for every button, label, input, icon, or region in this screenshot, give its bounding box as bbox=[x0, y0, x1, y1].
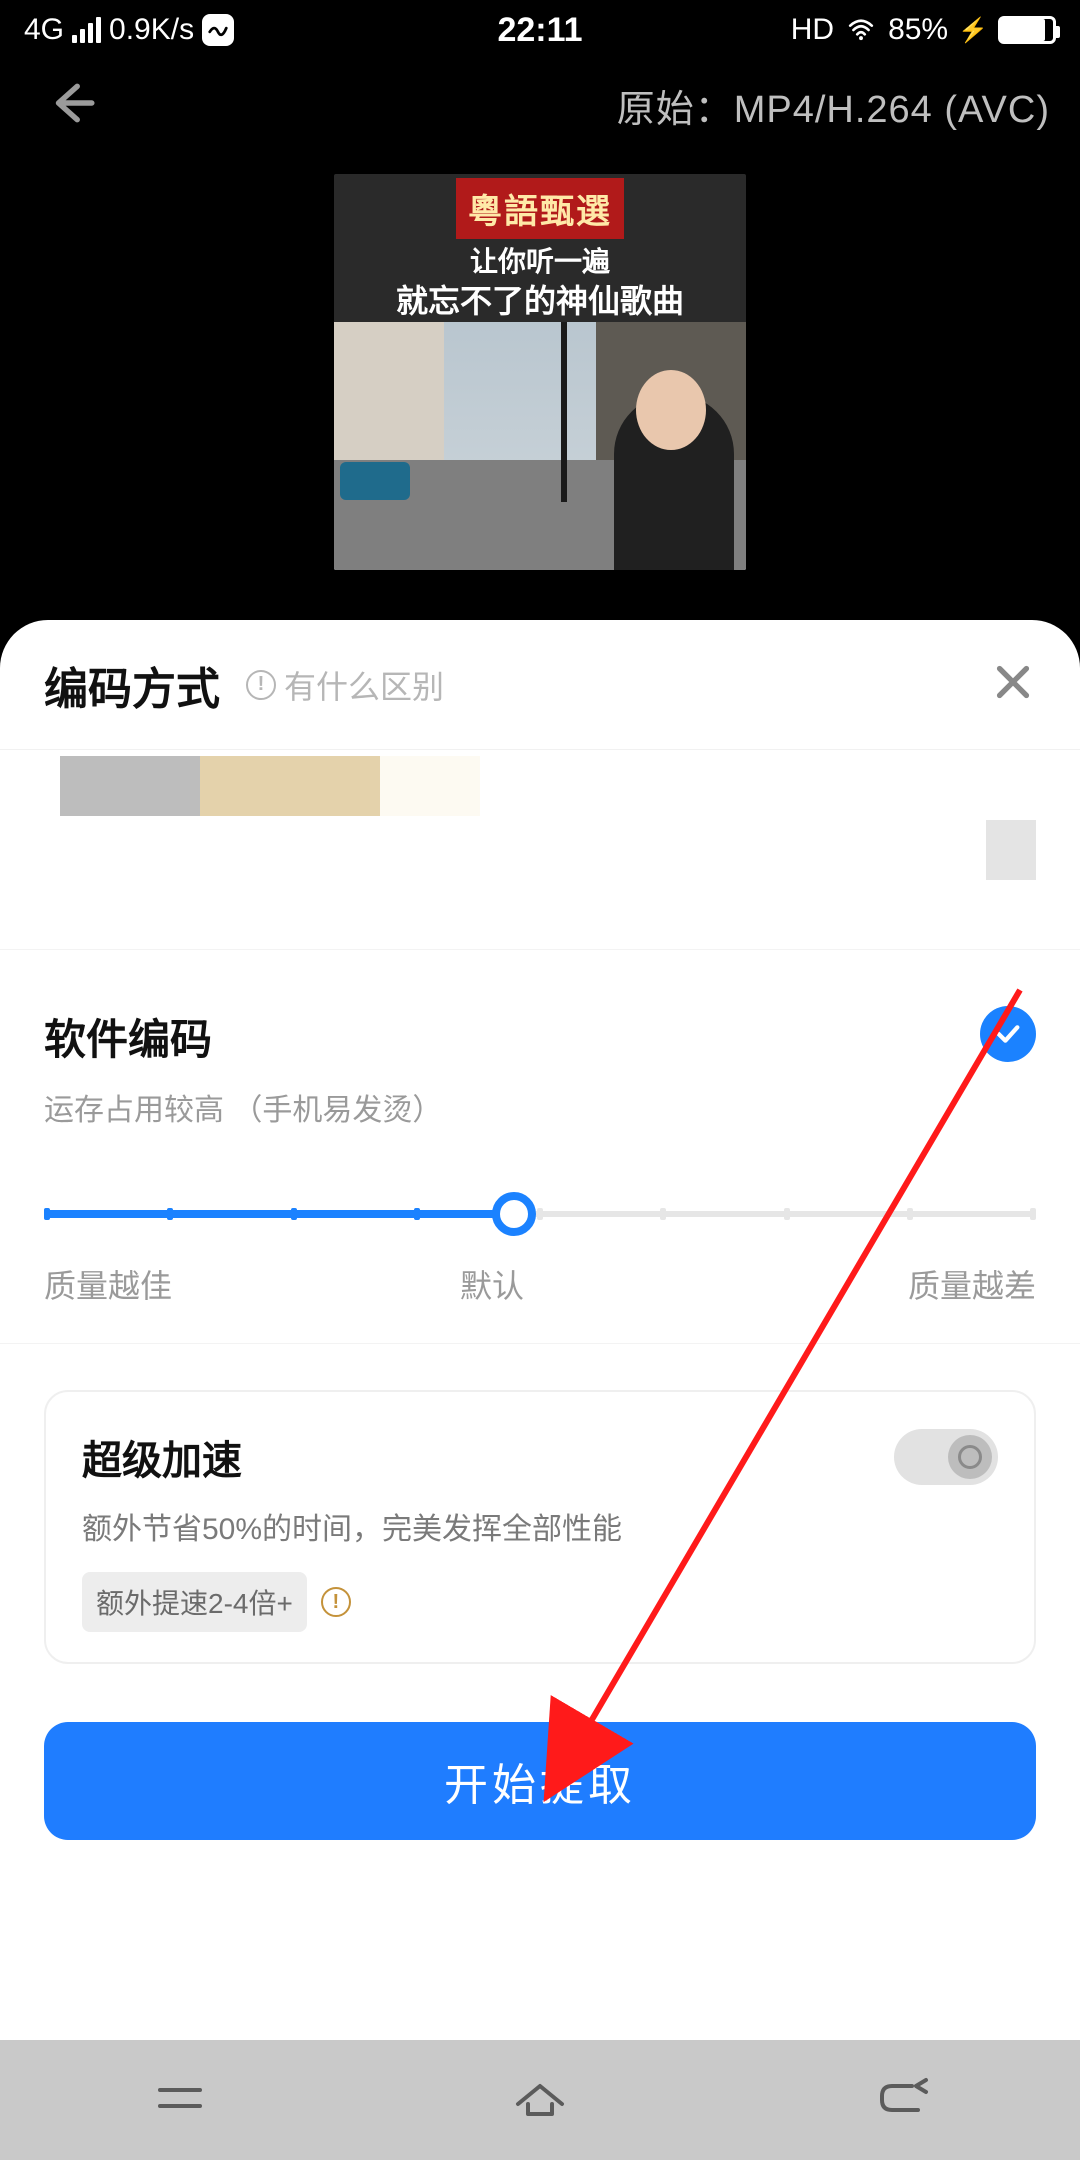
accel-title: 超级加速 bbox=[82, 1428, 242, 1486]
info-icon: ! bbox=[246, 670, 276, 700]
accel-toggle[interactable] bbox=[894, 1429, 998, 1485]
signal-icon bbox=[72, 17, 101, 43]
format-options-row[interactable] bbox=[0, 750, 1080, 950]
software-encode-subtitle: 运存占用较高 （手机易发烫） bbox=[44, 1085, 442, 1129]
accel-badge: 额外提速2-4倍+ bbox=[82, 1572, 307, 1632]
system-nav-bar bbox=[0, 2040, 1080, 2160]
slider-label-right: 质量越差 bbox=[908, 1261, 1036, 1307]
quality-slider[interactable] bbox=[44, 1193, 1036, 1235]
option-block bbox=[60, 756, 200, 816]
battery-percent: 85% bbox=[888, 13, 948, 47]
sheet-title: 编码方式 bbox=[44, 653, 220, 717]
thumbnail-title: 粵語甄選 bbox=[456, 178, 624, 239]
thumbnail-subtitle-1: 让你听一遍 bbox=[334, 240, 746, 280]
close-button[interactable] bbox=[990, 659, 1036, 710]
nav-back-button[interactable] bbox=[868, 2076, 932, 2125]
software-encode-title: 软件编码 bbox=[44, 1006, 442, 1067]
status-time: 22:11 bbox=[497, 11, 582, 50]
selected-check-icon bbox=[980, 1006, 1036, 1062]
option-block bbox=[200, 756, 380, 816]
wifi-icon bbox=[844, 17, 878, 43]
original-format-label: 原始：MP4/H.264 (AVC) bbox=[617, 78, 1050, 133]
nav-recent-button[interactable] bbox=[148, 2078, 212, 2123]
slider-thumb[interactable] bbox=[492, 1192, 536, 1236]
sheet-header: 编码方式 ! 有什么区别 bbox=[0, 620, 1080, 750]
slider-label-mid: 默认 bbox=[460, 1261, 524, 1307]
help-link[interactable]: ! 有什么区别 bbox=[246, 662, 444, 708]
option-block bbox=[986, 820, 1036, 880]
slider-label-left: 质量越佳 bbox=[44, 1261, 172, 1307]
hd-label: HD bbox=[791, 13, 834, 47]
battery-icon bbox=[998, 16, 1056, 44]
super-accel-card: 超级加速 额外节省50%的时间，完美发挥全部性能 额外提速2-4倍+ ! bbox=[44, 1390, 1036, 1664]
start-button-label: 开始提取 bbox=[444, 1749, 636, 1813]
status-right: HD 85% ⚡ bbox=[791, 13, 1056, 47]
accel-subtitle: 额外节省50%的时间，完美发挥全部性能 bbox=[82, 1504, 998, 1548]
bottom-sheet: 编码方式 ! 有什么区别 软件编码 运存占用较高 （手机易发烫） bbox=[0, 620, 1080, 2160]
status-left: 4G 0.9K/s bbox=[24, 13, 234, 47]
warning-icon[interactable]: ! bbox=[321, 1587, 351, 1617]
top-bar: 原始：MP4/H.264 (AVC) bbox=[0, 60, 1080, 150]
thumbnail-scene bbox=[334, 322, 746, 570]
thumbnail-subtitle-2: 就忘不了的神仙歌曲 bbox=[334, 276, 746, 322]
nav-home-button[interactable] bbox=[508, 2074, 572, 2127]
original-prefix: 原始： bbox=[617, 89, 734, 131]
help-text: 有什么区别 bbox=[284, 662, 444, 708]
software-encode-section[interactable]: 软件编码 运存占用较高 （手机易发烫） 质量越佳 默认 质量越差 bbox=[0, 950, 1080, 1344]
network-type: 4G bbox=[24, 13, 64, 47]
start-extract-button[interactable]: 开始提取 bbox=[44, 1722, 1036, 1840]
back-button[interactable] bbox=[46, 78, 96, 133]
app-indicator-icon bbox=[202, 14, 234, 46]
original-format-value: MP4/H.264 (AVC) bbox=[734, 89, 1050, 131]
slider-labels: 质量越佳 默认 质量越差 bbox=[44, 1261, 1036, 1307]
network-speed: 0.9K/s bbox=[109, 13, 194, 47]
charging-icon: ⚡ bbox=[958, 16, 988, 45]
status-bar: 4G 0.9K/s 22:11 HD 85% ⚡ bbox=[0, 0, 1080, 60]
video-thumbnail[interactable]: 粵語甄選 让你听一遍 就忘不了的神仙歌曲 bbox=[334, 174, 746, 570]
option-block bbox=[380, 756, 480, 816]
